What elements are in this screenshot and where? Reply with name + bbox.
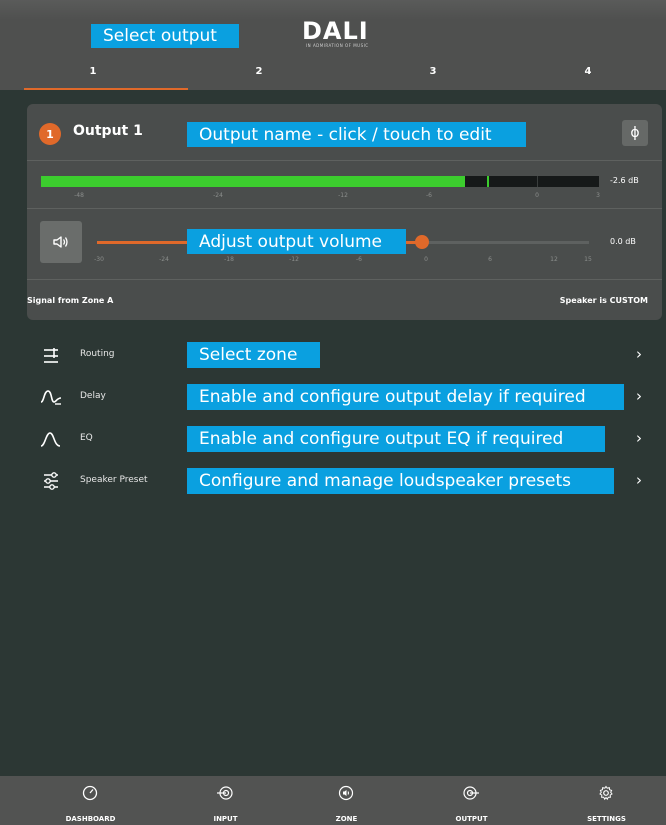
callout-delay: Enable and configure output delay if req… <box>187 384 624 410</box>
chevron-right-icon: › <box>636 429 642 447</box>
meter-tick: -24 <box>213 192 223 199</box>
output-name[interactable]: Output 1 <box>73 123 143 139</box>
meter-tick: 3 <box>596 192 600 199</box>
nav-label: OUTPUT <box>455 815 488 823</box>
volume-tick: 15 <box>584 256 592 263</box>
nav-output[interactable]: OUTPUT <box>405 776 538 825</box>
nav-label: ZONE <box>335 815 358 823</box>
gear-icon <box>599 785 613 801</box>
tab-label: 3 <box>429 65 437 77</box>
delay-icon <box>40 390 62 405</box>
nav-label: INPUT <box>213 815 238 823</box>
header: Select output DALI IN ADMIRATION OF MUSI… <box>0 0 666 90</box>
meter-tick: -6 <box>426 192 432 199</box>
tab-label: 2 <box>255 65 263 77</box>
meter-tick: -48 <box>74 192 84 199</box>
menu-label: Speaker Preset <box>80 475 148 485</box>
callout-adjust-volume: Adjust output volume <box>187 229 406 254</box>
zone-icon <box>338 785 354 801</box>
callout-select-zone: Select zone <box>187 342 320 368</box>
input-icon <box>217 786 233 800</box>
sliders-icon <box>44 472 58 490</box>
callout-speaker-preset: Configure and manage loudspeaker presets <box>187 468 614 494</box>
volume-track[interactable] <box>421 241 589 244</box>
nav-zone[interactable]: ZONE <box>280 776 413 825</box>
level-meter <box>41 176 599 187</box>
tab-label: 4 <box>584 65 592 77</box>
divider <box>27 208 662 209</box>
tab-output-3[interactable]: 3 <box>350 52 516 90</box>
nav-input[interactable]: INPUT <box>159 776 292 825</box>
volume-tick: -6 <box>356 256 362 263</box>
output-icon <box>463 786 479 800</box>
speaker-icon <box>53 236 68 248</box>
phase-invert-button[interactable]: ϕ <box>622 120 648 146</box>
nav-label: SETTINGS <box>587 815 626 823</box>
menu-label: Delay <box>80 391 106 401</box>
nav-dashboard[interactable]: DASHBOARD <box>24 776 157 825</box>
callout-eq: Enable and configure output EQ if requir… <box>187 426 605 452</box>
tab-output-2[interactable]: 2 <box>176 52 342 90</box>
gauge-icon <box>82 785 98 801</box>
chevron-right-icon: › <box>636 471 642 489</box>
callout-select-output: Select output <box>91 24 239 48</box>
meter-peak <box>487 176 489 187</box>
divider <box>27 160 662 161</box>
meter-tick: 0 <box>535 192 539 199</box>
volume-tick: 0 <box>424 256 428 263</box>
chevron-right-icon: › <box>636 345 642 363</box>
meter-tick: -12 <box>338 192 348 199</box>
eq-icon <box>40 432 61 447</box>
routing-icon <box>44 348 58 363</box>
logo-text: DALI <box>302 17 369 45</box>
volume-value: 0.0 dB <box>610 237 636 246</box>
callout-output-name: Output name - click / touch to edit <box>187 122 526 147</box>
tab-output-1[interactable]: 1 <box>10 52 188 90</box>
meter-fill <box>41 176 465 187</box>
volume-tick: 6 <box>488 256 492 263</box>
signal-source: Signal from Zone A <box>27 296 114 305</box>
menu-item-routing[interactable]: Routing › <box>40 341 660 369</box>
meter-value: -2.6 dB <box>610 176 639 185</box>
tab-output-4[interactable]: 4 <box>505 52 666 90</box>
volume-tick: -18 <box>224 256 234 263</box>
volume-tick: 12 <box>550 256 558 263</box>
volume-tick: -30 <box>94 256 104 263</box>
bottom-nav: DASHBOARD INPUT ZONE OUTPUT SETTINGS <box>0 776 666 825</box>
menu-label: EQ <box>80 433 93 443</box>
volume-tick: -12 <box>289 256 299 263</box>
volume-slider-handle[interactable] <box>414 235 429 249</box>
nav-settings[interactable]: SETTINGS <box>540 776 666 825</box>
output-card: 1 Output 1 Output name - click / touch t… <box>27 104 662 320</box>
divider <box>27 279 662 280</box>
dali-logo: DALI IN ADMIRATION OF MUSIC <box>302 17 392 51</box>
mute-button[interactable] <box>40 221 82 263</box>
speaker-type: Speaker is CUSTOM <box>559 296 648 305</box>
menu-label: Routing <box>80 349 115 359</box>
tab-label: 1 <box>89 65 97 77</box>
phase-icon: ϕ <box>630 125 640 141</box>
chevron-right-icon: › <box>636 387 642 405</box>
output-number-badge: 1 <box>39 123 61 145</box>
meter-divider <box>537 176 538 187</box>
nav-label: DASHBOARD <box>65 815 116 823</box>
volume-tick: -24 <box>159 256 169 263</box>
logo-tagline: IN ADMIRATION OF MUSIC <box>306 43 369 48</box>
